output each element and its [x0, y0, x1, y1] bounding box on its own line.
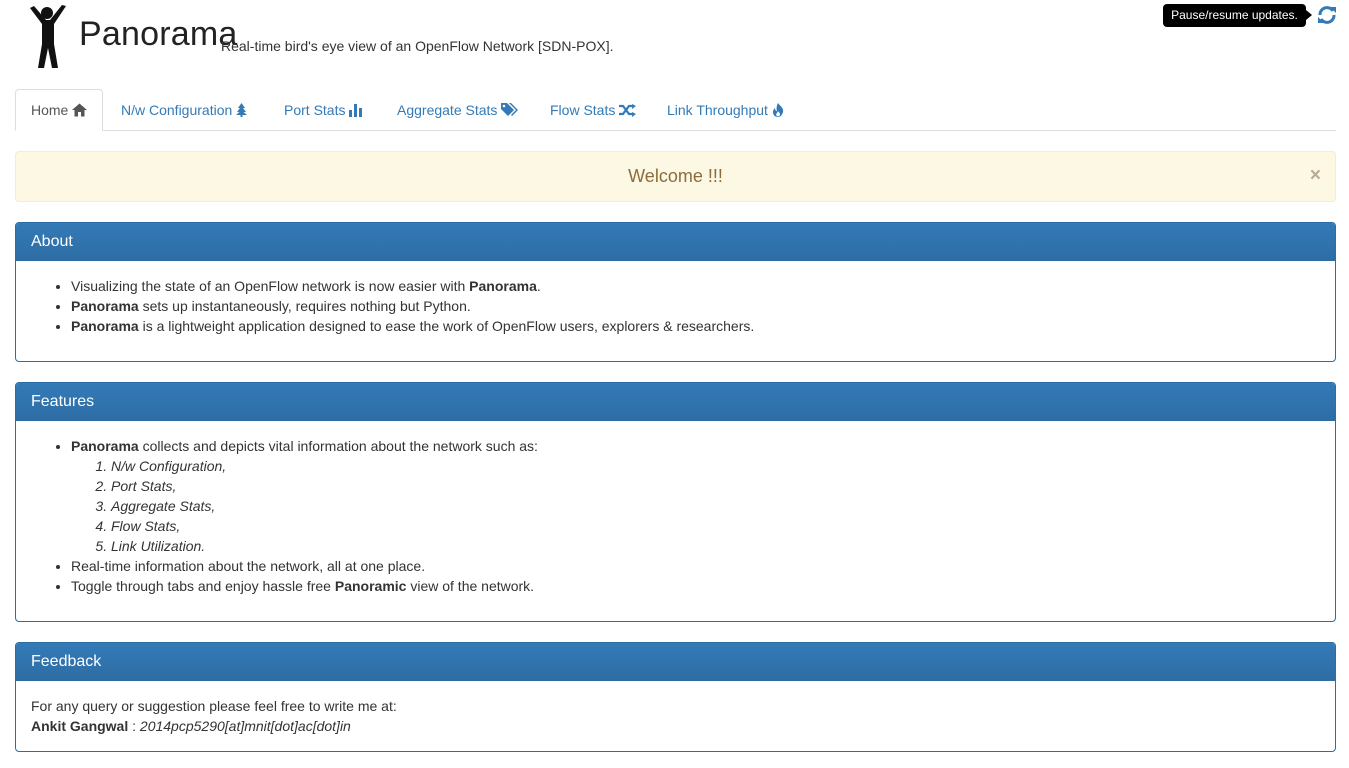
nav-tabs: Home N/w Configuration Port Stats Aggreg… [15, 89, 1336, 131]
text: . [536, 278, 541, 294]
list-item: Panorama sets up instantaneously, requir… [71, 296, 1320, 316]
feedback-line: For any query or suggestion please feel … [31, 698, 397, 714]
tab-port-stats[interactable]: Port Stats [268, 89, 378, 131]
tab-aggregate-stats[interactable]: Aggregate Stats [381, 89, 534, 131]
tab-label: Home [31, 102, 69, 118]
tab-label: Link Throughput [667, 102, 768, 118]
home-icon [72, 103, 88, 117]
tree-icon [236, 103, 248, 117]
text: collects and depicts vital information a… [138, 438, 538, 454]
features-sublist: N/w Configuration, Port Stats, Aggregate… [71, 456, 1320, 556]
about-panel: About Visualizing the state of an OpenFl… [15, 222, 1336, 362]
tab-nw-configuration[interactable]: N/w Configuration [105, 89, 263, 131]
list-item: Flow Stats, [111, 516, 1320, 536]
text: view of the network. [406, 578, 535, 594]
text: is a lightweight application designed to… [138, 318, 755, 334]
feedback-panel: Feedback For any query or suggestion ple… [15, 642, 1336, 752]
separator: : [128, 718, 140, 734]
list-item: Aggregate Stats, [111, 496, 1320, 516]
bold-text: Panorama [71, 438, 139, 454]
email-text: 2014pcp5290[at]mnit[dot]ac[dot]in [139, 718, 351, 734]
about-list: Visualizing the state of an OpenFlow net… [31, 276, 1320, 336]
alert-text: Welcome !!! [628, 166, 723, 186]
app-title: Panorama [79, 15, 238, 53]
text: Visualizing the state of an OpenFlow net… [71, 278, 470, 294]
refresh-icon[interactable] [1316, 4, 1338, 26]
bar-chart-icon [349, 104, 363, 117]
bold-text: Panorama [469, 278, 537, 294]
features-list: Panorama collects and depicts vital info… [31, 436, 1320, 596]
about-body: Visualizing the state of an OpenFlow net… [16, 261, 1335, 351]
tags-icon [501, 103, 519, 116]
text: Toggle through tabs and enjoy hassle fre… [71, 578, 335, 594]
tab-label: Aggregate Stats [397, 102, 498, 118]
pause-resume-tooltip: Pause/resume updates. [1163, 4, 1306, 27]
welcome-alert: Welcome !!! × [15, 151, 1336, 202]
close-icon[interactable]: × [1310, 166, 1321, 185]
list-item: Visualizing the state of an OpenFlow net… [71, 276, 1320, 296]
text: sets up instantaneously, requires nothin… [138, 298, 471, 314]
feedback-heading: Feedback [16, 643, 1335, 681]
tab-label: Port Stats [284, 102, 346, 118]
tooltip-arrow [1306, 10, 1312, 20]
tab-home[interactable]: Home [15, 89, 104, 131]
list-item: N/w Configuration, [111, 456, 1320, 476]
person-logo-icon [30, 5, 66, 68]
tab-link-throughput[interactable]: Link Throughput [651, 89, 800, 131]
tab-label: N/w Configuration [121, 102, 233, 118]
app-subtitle: Real-time bird's eye view of an OpenFlow… [221, 38, 614, 54]
contact-line: Ankit Gangwal : 2014pcp5290[at]mnit[dot]… [31, 716, 1320, 736]
features-panel: Features Panorama collects and depicts v… [15, 382, 1336, 622]
author-name: Ankit Gangwal [31, 718, 129, 734]
header: Panorama Real-time bird's eye view of an… [0, 0, 1349, 80]
list-item: Link Utilization. [111, 536, 1320, 556]
list-item: Toggle through tabs and enjoy hassle fre… [71, 576, 1320, 596]
list-item: Panorama is a lightweight application de… [71, 316, 1320, 336]
bold-text: Panoramic [334, 578, 407, 594]
about-heading: About [16, 223, 1335, 261]
feedback-body: For any query or suggestion please feel … [16, 681, 1335, 751]
features-body: Panorama collects and depicts vital info… [16, 421, 1335, 611]
shuffle-icon [619, 104, 637, 117]
fire-icon [772, 103, 784, 117]
tab-flow-stats[interactable]: Flow Stats [534, 89, 652, 131]
list-item: Real-time information about the network,… [71, 556, 1320, 576]
features-heading: Features [16, 383, 1335, 421]
bold-text: Panorama [71, 318, 139, 334]
bold-text: Panorama [71, 298, 139, 314]
tab-label: Flow Stats [550, 102, 616, 118]
list-item: Port Stats, [111, 476, 1320, 496]
list-item: Panorama collects and depicts vital info… [71, 436, 1320, 556]
